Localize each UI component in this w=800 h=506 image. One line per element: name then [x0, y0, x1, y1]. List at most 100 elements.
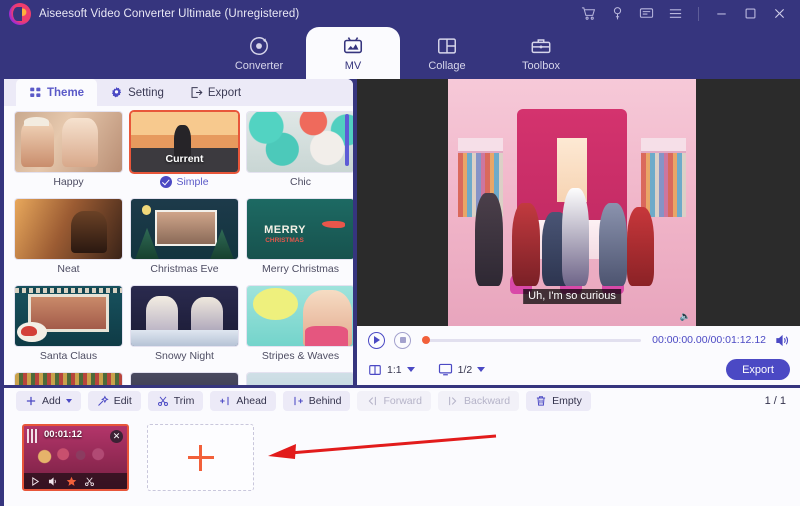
- collage-icon: [436, 35, 458, 57]
- theme-thumbnail[interactable]: [15, 199, 122, 259]
- clip-remove-icon[interactable]: ✕: [110, 430, 123, 443]
- clip-volume-icon[interactable]: [48, 476, 59, 487]
- theme-selected-check-icon: [160, 176, 172, 188]
- theme-thumbnail[interactable]: [131, 199, 238, 259]
- tab-converter[interactable]: Converter: [212, 27, 306, 79]
- theme-thumbnail[interactable]: [15, 112, 122, 172]
- behind-button[interactable]: Behind: [283, 391, 351, 411]
- chat-icon[interactable]: [639, 6, 654, 21]
- maximize-icon[interactable]: [743, 6, 758, 21]
- chevron-down-icon[interactable]: [407, 367, 415, 372]
- tab-export-label: Export: [208, 87, 241, 99]
- play-icon[interactable]: [368, 332, 385, 349]
- converter-icon: [248, 35, 270, 57]
- theme-item-partial[interactable]: [131, 373, 238, 385]
- theme-item-neat[interactable]: Neat: [15, 199, 122, 279]
- tab-setting-label: Setting: [128, 87, 164, 99]
- plus-icon: [25, 395, 37, 407]
- magic-wand-icon: [97, 395, 109, 407]
- menu-icon[interactable]: [668, 6, 683, 21]
- theme-thumbnail[interactable]: [247, 373, 353, 385]
- forward-button-label: Forward: [383, 395, 422, 407]
- export-button[interactable]: Export: [726, 359, 790, 380]
- tab-theme[interactable]: Theme: [16, 79, 97, 106]
- main-navigation: Converter MV Collage Toolbox: [0, 27, 800, 79]
- cart-icon[interactable]: [581, 6, 596, 21]
- ahead-button[interactable]: Ahead: [210, 391, 275, 411]
- edit-button[interactable]: Edit: [88, 391, 141, 411]
- trim-button[interactable]: Trim: [148, 391, 204, 411]
- theme-list-scroll[interactable]: Happy Current Simple Ch: [4, 106, 353, 385]
- timeline-clip[interactable]: 00:01:12 ✕: [22, 424, 129, 491]
- move-backward-icon: [447, 395, 459, 407]
- screen-scale-value: 1/2: [458, 364, 473, 376]
- tab-export[interactable]: Export: [177, 79, 254, 106]
- add-button[interactable]: Add: [16, 391, 81, 411]
- theme-label: Stripes & Waves: [262, 350, 339, 362]
- theme-caption: Chic: [247, 172, 353, 192]
- backward-button-label: Backward: [464, 395, 510, 407]
- theme-item-happy[interactable]: Happy: [15, 112, 122, 192]
- theme-item-stripes-waves[interactable]: Stripes & Waves: [247, 286, 353, 366]
- theme-label: Snowy Night: [155, 350, 214, 362]
- scene-figure: [627, 207, 654, 286]
- theme-item-partial[interactable]: [247, 373, 353, 385]
- monitor-icon: [438, 362, 453, 377]
- minimize-icon[interactable]: [714, 6, 729, 21]
- volume-icon[interactable]: [775, 333, 790, 348]
- theme-thumbnail[interactable]: [247, 112, 353, 172]
- clip-play-icon[interactable]: [30, 476, 41, 487]
- tab-toolbox-label: Toolbox: [522, 60, 560, 72]
- theme-thumbnail[interactable]: [247, 286, 353, 346]
- tab-toolbox[interactable]: Toolbox: [494, 27, 588, 79]
- mv-icon: [342, 35, 364, 57]
- video-frame[interactable]: Uh, I'm so curious 🔈: [448, 79, 696, 326]
- theme-label: Chic: [290, 176, 311, 188]
- scene-figure: [599, 203, 626, 287]
- aspect-ratio-select[interactable]: 1:1: [368, 363, 415, 377]
- theme-item-christmas-eve[interactable]: Christmas Eve: [131, 199, 238, 279]
- theme-item-santa-claus[interactable]: Santa Claus: [15, 286, 122, 366]
- clip-trim-icon[interactable]: [84, 476, 95, 487]
- theme-item-snowy-night[interactable]: Snowy Night: [131, 286, 238, 366]
- theme-item-partial[interactable]: [15, 373, 122, 385]
- theme-thumbnail[interactable]: [15, 286, 122, 346]
- trash-icon: [535, 395, 547, 407]
- theme-label: Simple: [176, 176, 208, 188]
- theme-caption: Snowy Night: [131, 346, 238, 366]
- scissors-icon: [157, 395, 169, 407]
- theme-thumbnail[interactable]: MERRY CHRISTMAS: [247, 199, 353, 259]
- theme-label: Neat: [57, 263, 79, 275]
- key-icon[interactable]: [610, 6, 625, 21]
- tab-mv[interactable]: MV: [306, 27, 400, 79]
- theme-thumbnail[interactable]: [131, 373, 238, 385]
- tab-collage[interactable]: Collage: [400, 27, 494, 79]
- theme-item-merry-christmas[interactable]: MERRY CHRISTMAS Merry Christmas: [247, 199, 353, 279]
- sub-tab-bar: Theme Setting Export: [4, 79, 353, 106]
- theme-scrollbar-thumb[interactable]: [345, 114, 349, 166]
- theme-thumbnail[interactable]: [131, 286, 238, 346]
- empty-button[interactable]: Empty: [526, 391, 591, 411]
- tab-setting[interactable]: Setting: [97, 79, 177, 106]
- chevron-down-icon[interactable]: [66, 399, 72, 403]
- clip-toolbar: Add Edit Trim Ahead Behind: [4, 388, 800, 414]
- theme-thumbnail[interactable]: [15, 373, 122, 385]
- forward-button: Forward: [357, 391, 431, 411]
- theme-item-simple[interactable]: Current Simple: [131, 112, 238, 192]
- grid-icon: [29, 86, 42, 99]
- stop-icon[interactable]: [394, 332, 411, 349]
- theme-thumbnail[interactable]: Current: [131, 112, 238, 172]
- theme-caption: Happy: [15, 172, 122, 192]
- clip-effect-icon[interactable]: [66, 476, 77, 487]
- close-icon[interactable]: [772, 6, 787, 21]
- tab-mv-label: MV: [345, 60, 362, 72]
- theme-item-chic[interactable]: Chic: [247, 112, 353, 192]
- scene-clothes-rack-right: [641, 153, 686, 217]
- theme-current-badge: Current: [131, 153, 238, 165]
- chevron-down-icon[interactable]: [477, 367, 485, 372]
- screen-scale-select[interactable]: 1/2: [438, 362, 486, 377]
- progress-knob[interactable]: [422, 336, 430, 344]
- progress-slider[interactable]: [422, 339, 641, 342]
- speaker-icon: 🔈: [680, 311, 691, 322]
- add-clip-placeholder[interactable]: [147, 424, 254, 491]
